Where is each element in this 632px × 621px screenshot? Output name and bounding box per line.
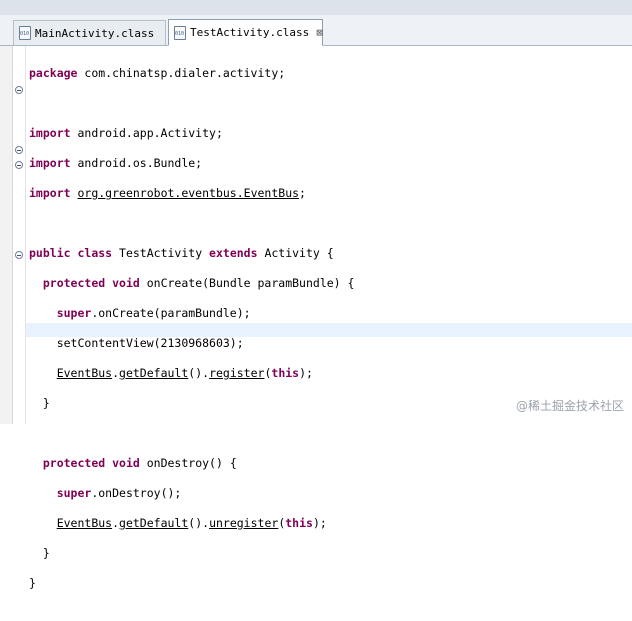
code-line: super.onDestroy(); — [56, 486, 182, 500]
window-top-bar — [0, 0, 632, 16]
code-line: super.onCreate(paramBundle); — [56, 306, 251, 320]
editor-tab-bar: MainActivity.class TestActivity.class ⊠ — [0, 15, 632, 46]
code-line: public class TestActivity extends Activi… — [29, 246, 334, 260]
fold-toggle-icon[interactable] — [15, 146, 23, 154]
code-line: import org.greenrobot.eventbus.EventBus; — [29, 186, 306, 200]
fold-toggle-icon[interactable] — [15, 161, 23, 169]
class-file-icon — [174, 25, 186, 40]
code-line: import android.os.Bundle; — [29, 156, 203, 170]
class-file-icon — [19, 26, 31, 40]
code-line: setContentView(2130968603); — [56, 336, 244, 350]
tab-test-activity[interactable]: TestActivity.class ⊠ — [168, 19, 323, 46]
folding-gutter — [13, 46, 26, 424]
code-editor[interactable]: package com.chinatsp.dialer.activity; im… — [0, 46, 632, 590]
code-line: import android.app.Activity; — [29, 126, 223, 140]
source-code[interactable]: package com.chinatsp.dialer.activity; im… — [29, 51, 354, 621]
fold-toggle-icon[interactable] — [15, 86, 23, 94]
code-line: } — [29, 576, 36, 590]
code-line: EventBus.getDefault().unregister(this); — [56, 516, 327, 530]
tab-label: MainActivity.class — [35, 26, 155, 40]
code-line: } — [42, 546, 50, 560]
code-line: protected void onCreate(Bundle paramBund… — [42, 276, 355, 290]
fold-toggle-icon[interactable] — [15, 251, 23, 259]
tab-main-activity[interactable]: MainActivity.class — [13, 20, 166, 45]
code-line: package com.chinatsp.dialer.activity; — [29, 66, 286, 80]
code-line: protected void onDestroy() { — [42, 456, 237, 470]
overview-ruler — [0, 46, 13, 424]
close-icon[interactable]: ⊠ — [316, 26, 323, 39]
watermark: @稀土掘金技术社区 — [515, 399, 624, 413]
code-line: } — [42, 396, 50, 410]
tab-label: TestActivity.class — [190, 26, 310, 39]
code-line: EventBus.getDefault().register(this); — [56, 366, 313, 380]
